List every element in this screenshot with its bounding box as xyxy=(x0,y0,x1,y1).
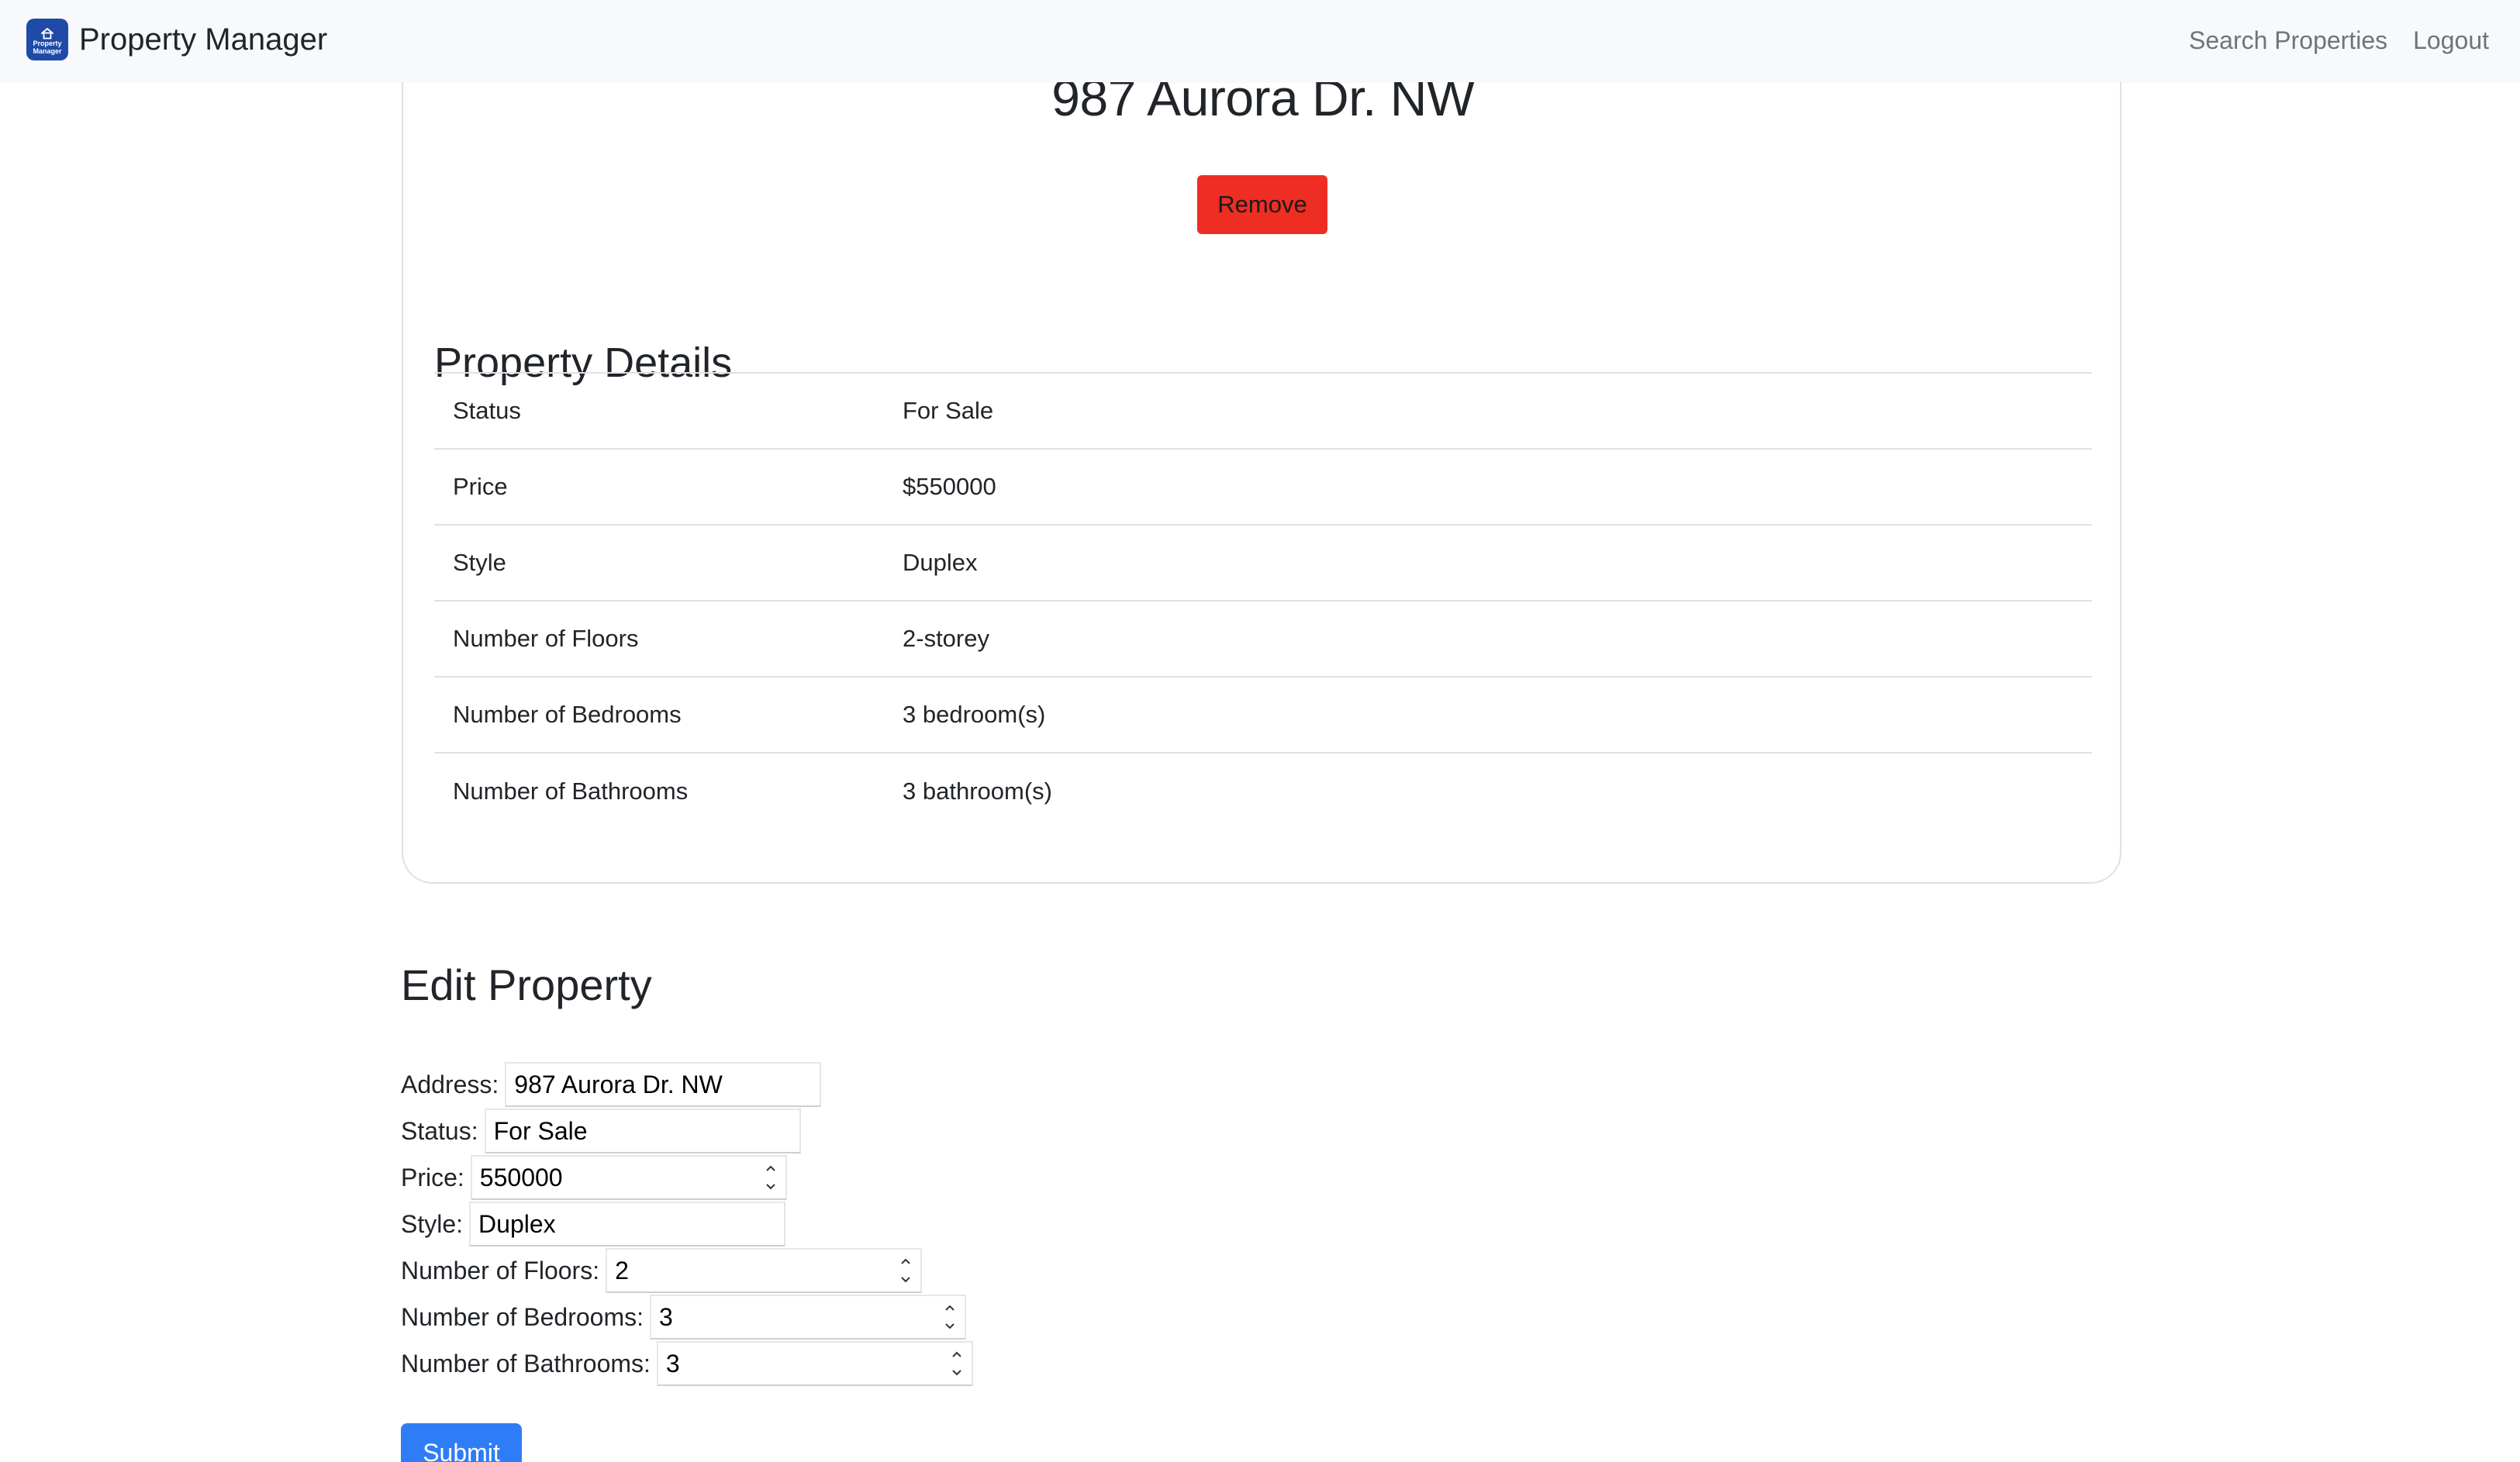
status-row: Status: xyxy=(401,1108,801,1154)
navbar: Property Manager Property Manager Search… xyxy=(0,0,2520,82)
detail-value: 3 bedroom(s) xyxy=(903,701,1046,728)
address-label: Address: xyxy=(401,1070,499,1098)
table-row: Number of Floors 2-storey xyxy=(434,601,2092,677)
spinner-up-icon[interactable] xyxy=(951,1350,962,1358)
detail-label: Number of Bedrooms xyxy=(453,701,682,728)
spinner-down-icon[interactable] xyxy=(951,1369,962,1377)
bedrooms-label: Number of Bedrooms: xyxy=(401,1302,644,1331)
detail-label: Number of Floors xyxy=(453,625,639,652)
status-label: Status: xyxy=(401,1116,478,1145)
page: Property Manager Property Manager Search… xyxy=(0,0,2520,1462)
table-row: Price $550000 xyxy=(434,449,2092,525)
address-input[interactable] xyxy=(505,1062,822,1107)
logo-text-line1: Property xyxy=(33,40,62,47)
detail-value: For Sale xyxy=(903,397,994,424)
style-input[interactable] xyxy=(469,1202,786,1246)
house-icon xyxy=(41,28,54,40)
bedrooms-row: Number of Bedrooms: xyxy=(401,1294,967,1340)
price-input[interactable] xyxy=(470,1155,787,1200)
style-row: Style: xyxy=(401,1201,786,1247)
brand-name: Property Manager xyxy=(79,22,328,57)
detail-label: Status xyxy=(453,397,521,424)
spinner-down-icon[interactable] xyxy=(944,1322,955,1330)
price-label: Price: xyxy=(401,1163,464,1191)
table-row: Style Duplex xyxy=(434,525,2092,601)
detail-value: 3 bathroom(s) xyxy=(903,777,1052,805)
table-row: Status For Sale xyxy=(434,373,2092,449)
logo-text-line2: Manager xyxy=(33,47,62,55)
table-row: Number of Bathrooms 3 bathroom(s) xyxy=(434,753,2092,829)
status-input[interactable] xyxy=(484,1109,801,1153)
price-row: Price: xyxy=(401,1154,787,1201)
bathrooms-row: Number of Bathrooms: xyxy=(401,1340,973,1387)
spinner-down-icon[interactable] xyxy=(900,1276,911,1284)
remove-button[interactable]: Remove xyxy=(1197,175,1327,234)
bedrooms-input[interactable] xyxy=(650,1295,967,1340)
detail-label: Number of Bathrooms xyxy=(453,777,689,805)
bathrooms-spinner[interactable] xyxy=(948,1350,965,1377)
details-table: Status For Sale Price $550000 Style Dupl… xyxy=(434,372,2092,829)
bedrooms-spinner[interactable] xyxy=(941,1304,958,1330)
bathrooms-stepper xyxy=(656,1341,973,1386)
nav-links: Search Properties Logout xyxy=(2189,20,2489,60)
price-spinner[interactable] xyxy=(762,1164,779,1191)
detail-value: 2-storey xyxy=(903,625,989,652)
bedrooms-stepper xyxy=(650,1295,967,1340)
brand-logo: Property Manager xyxy=(26,19,68,60)
price-stepper xyxy=(470,1155,787,1200)
property-card: 987 Aurora Dr. NW Remove Property Detail… xyxy=(402,31,2121,884)
nav-link-search-properties[interactable]: Search Properties xyxy=(2189,26,2387,55)
floors-input[interactable] xyxy=(606,1248,923,1293)
spinner-up-icon[interactable] xyxy=(765,1164,776,1172)
bathrooms-label: Number of Bathrooms: xyxy=(401,1349,651,1378)
brand-link[interactable]: Property Manager Property Manager xyxy=(26,19,327,60)
floors-spinner[interactable] xyxy=(897,1257,914,1284)
floors-label: Number of Floors: xyxy=(401,1256,600,1284)
spinner-up-icon[interactable] xyxy=(944,1304,955,1312)
address-row: Address: xyxy=(401,1061,822,1108)
floors-stepper xyxy=(606,1248,923,1293)
detail-label: Style xyxy=(453,549,506,576)
detail-value: Duplex xyxy=(903,549,978,576)
spinner-down-icon[interactable] xyxy=(765,1183,776,1191)
bathrooms-input[interactable] xyxy=(656,1341,973,1386)
detail-label: Price xyxy=(453,473,508,500)
nav-link-logout[interactable]: Logout xyxy=(2413,26,2489,55)
submit-button[interactable]: Submit xyxy=(401,1423,522,1462)
floors-row: Number of Floors: xyxy=(401,1247,923,1294)
detail-value: $550000 xyxy=(903,473,996,500)
table-row: Number of Bedrooms 3 bedroom(s) xyxy=(434,677,2092,753)
spinner-up-icon[interactable] xyxy=(900,1257,911,1265)
style-label: Style: xyxy=(401,1209,464,1238)
edit-heading: Edit Property xyxy=(401,960,652,1009)
